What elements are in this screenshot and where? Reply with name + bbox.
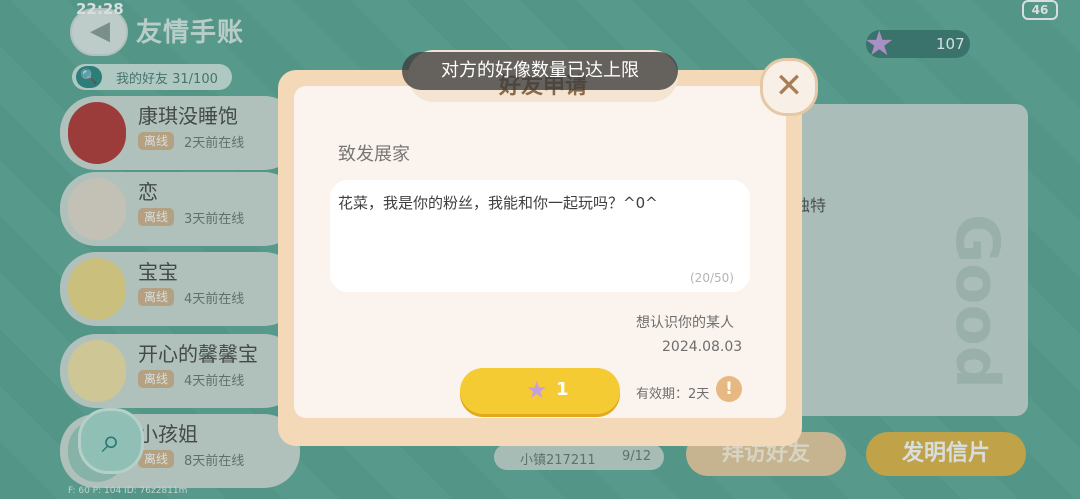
request-date: 2024.08.03 <box>662 339 743 355</box>
star-icon: ★ <box>526 376 548 404</box>
close-button[interactable]: ✕ <box>760 58 818 116</box>
expiry-text: 有效期：2天 <box>636 387 710 402</box>
char-count: (20/50) <box>690 271 734 285</box>
request-source: 想认识你的某人 <box>636 315 734 331</box>
info-icon[interactable]: ! <box>716 376 742 402</box>
accept-cost: 1 <box>556 379 569 400</box>
sender-name: 致发展家 <box>338 144 410 165</box>
limit-toast: 对方的好像数量已达上限 <box>402 52 678 90</box>
message-text: 花菜，我是你的粉丝，我能和你一起玩吗？^0^ <box>338 194 658 212</box>
accept-button[interactable]: ★ 1 <box>460 368 620 414</box>
